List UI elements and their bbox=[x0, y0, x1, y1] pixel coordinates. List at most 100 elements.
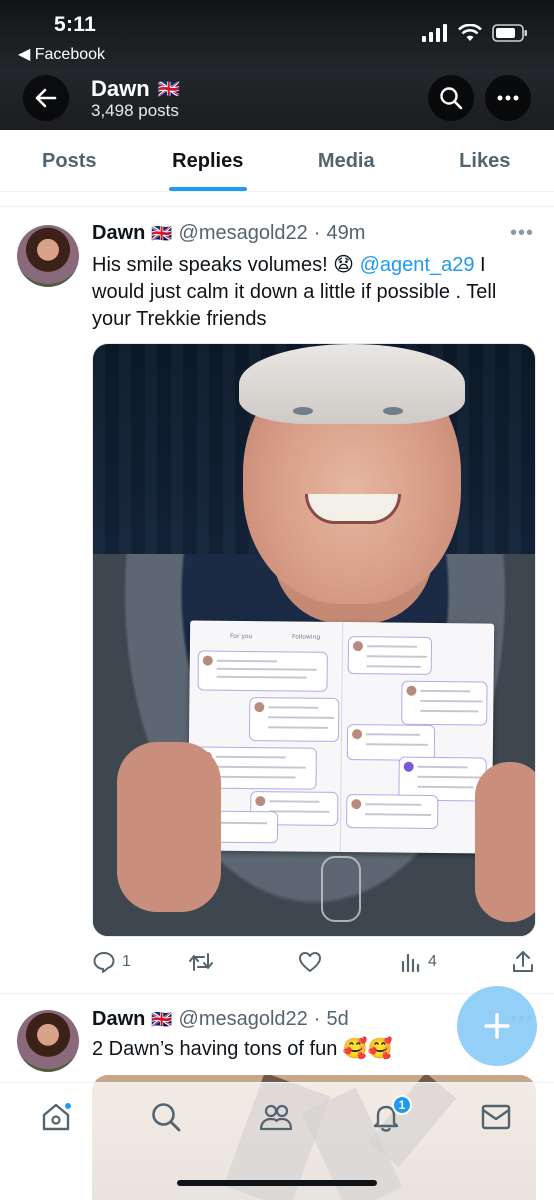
status-icons bbox=[422, 24, 528, 42]
home-indicator[interactable] bbox=[177, 1180, 377, 1186]
booklet-card bbox=[346, 794, 439, 830]
views-button[interactable]: 4 bbox=[400, 951, 437, 973]
booklet-line bbox=[366, 665, 421, 668]
tabs-divider bbox=[0, 193, 554, 207]
tweet-separator: · bbox=[313, 1008, 321, 1030]
booklet-line bbox=[268, 716, 335, 719]
booklet-line bbox=[217, 821, 268, 825]
views-count: 4 bbox=[428, 953, 437, 970]
nav-messages[interactable] bbox=[468, 1097, 524, 1137]
cellular-signal-icon bbox=[422, 24, 447, 42]
tweet-timestamp[interactable]: 49m bbox=[326, 222, 365, 245]
booklet-line bbox=[216, 667, 317, 671]
tab-likes[interactable]: Likes bbox=[416, 130, 554, 191]
booklet-avatar bbox=[351, 799, 362, 810]
profile-name: Dawn 🇬🇧 bbox=[91, 76, 180, 102]
avatar[interactable] bbox=[17, 1010, 79, 1072]
booklet-card bbox=[248, 697, 340, 742]
photo-hair bbox=[239, 344, 465, 424]
tweet-actions: 1 4 bbox=[92, 947, 540, 977]
uk-flag-icon: 🇬🇧 bbox=[151, 223, 173, 243]
nav-communities[interactable] bbox=[248, 1097, 304, 1137]
photo-smile bbox=[305, 494, 401, 524]
profile-tabs: Posts Replies Media Likes bbox=[0, 130, 554, 192]
profile-name-text: Dawn bbox=[91, 76, 150, 101]
booklet-avatar bbox=[255, 796, 266, 807]
share-button[interactable] bbox=[512, 950, 534, 974]
tweet-handle[interactable]: @mesagold22 bbox=[179, 222, 308, 245]
booklet-tab-following: Following bbox=[292, 633, 321, 641]
photo-hand bbox=[117, 742, 221, 912]
status-time: 5:11 bbox=[54, 13, 97, 36]
notification-badge: 1 bbox=[392, 1095, 412, 1115]
photo-glasses bbox=[321, 856, 361, 922]
like-button[interactable] bbox=[298, 951, 328, 973]
booklet-line bbox=[216, 675, 307, 679]
profile-header: 5:11 ◀ Facebook Dawn 🇬🇧 3,498 posts bbox=[0, 0, 554, 130]
wifi-icon bbox=[458, 24, 482, 41]
booklet-line bbox=[417, 785, 474, 789]
nav-notifications[interactable]: 1 bbox=[358, 1095, 414, 1137]
booklet-line bbox=[268, 706, 319, 709]
booklet-line bbox=[417, 775, 482, 779]
tweet-author-name[interactable]: Dawn bbox=[92, 222, 145, 245]
search-button[interactable] bbox=[428, 75, 474, 121]
booklet-avatar bbox=[254, 702, 265, 713]
repost-icon bbox=[189, 953, 213, 971]
search-icon bbox=[440, 87, 463, 110]
booklet-card bbox=[346, 724, 436, 761]
mention-link[interactable]: @agent_a29 bbox=[360, 254, 475, 276]
search-icon bbox=[152, 1103, 181, 1132]
reply-count: 1 bbox=[122, 953, 131, 970]
tweet-divider bbox=[0, 993, 554, 994]
booklet-avatar bbox=[406, 685, 417, 696]
tweet-text: His smile speaks volumes! 😧 @agent_a29 I… bbox=[92, 252, 540, 333]
tweet-photo[interactable]: For you Following bbox=[92, 343, 536, 937]
repost-button[interactable] bbox=[188, 951, 220, 973]
nav-search[interactable] bbox=[138, 1097, 194, 1137]
tweet-header: Dawn 🇬🇧 @mesagold22 · 5d bbox=[92, 1008, 349, 1031]
tab-posts[interactable]: Posts bbox=[0, 130, 139, 191]
booklet-line bbox=[215, 775, 296, 779]
avatar[interactable] bbox=[17, 225, 79, 287]
booklet-line bbox=[365, 813, 432, 816]
tab-media[interactable]: Media bbox=[277, 130, 416, 191]
booklet-line bbox=[216, 659, 277, 663]
tweet-menu-button[interactable]: ••• bbox=[510, 222, 534, 245]
booklet-card bbox=[401, 680, 488, 726]
plus-icon bbox=[484, 1013, 510, 1039]
booklet-line bbox=[417, 765, 468, 769]
booklet-line bbox=[366, 655, 427, 658]
tweet-handle[interactable]: @mesagold22 bbox=[179, 1008, 308, 1031]
messages-envelope-icon bbox=[481, 1104, 511, 1130]
share-icon bbox=[513, 951, 533, 972]
uk-flag-icon: 🇬🇧 bbox=[157, 78, 181, 99]
tab-replies[interactable]: Replies bbox=[139, 130, 278, 191]
booklet-line bbox=[269, 810, 330, 813]
photo-eye bbox=[293, 407, 313, 415]
booklet-line bbox=[420, 699, 483, 703]
photo-eye bbox=[383, 407, 403, 415]
booklet-line bbox=[365, 803, 422, 806]
tweet-author-name[interactable]: Dawn bbox=[92, 1008, 145, 1031]
back-to-facebook-link[interactable]: ◀ Facebook bbox=[18, 44, 105, 64]
views-bar-chart-icon bbox=[401, 953, 420, 973]
tweet-separator: · bbox=[313, 222, 321, 244]
booklet-line bbox=[365, 743, 428, 746]
home-new-dot bbox=[63, 1101, 73, 1111]
back-button[interactable] bbox=[23, 75, 69, 121]
photo-hand bbox=[475, 762, 535, 922]
tweet-text-part: His smile speaks volumes! 😧 bbox=[92, 254, 360, 276]
more-options-button[interactable] bbox=[485, 75, 531, 121]
booklet-line bbox=[420, 709, 479, 713]
booklet-line bbox=[268, 726, 329, 729]
booklet-line bbox=[420, 689, 471, 693]
tweet-timestamp[interactable]: 5d bbox=[326, 1008, 348, 1031]
reply-button[interactable]: 1 bbox=[92, 950, 131, 974]
nav-home[interactable] bbox=[28, 1097, 84, 1137]
booklet-line bbox=[269, 800, 320, 803]
battery-icon bbox=[492, 24, 527, 42]
booklet-line bbox=[215, 755, 286, 759]
compose-post-button[interactable] bbox=[457, 986, 537, 1066]
booklet-line bbox=[366, 645, 417, 648]
